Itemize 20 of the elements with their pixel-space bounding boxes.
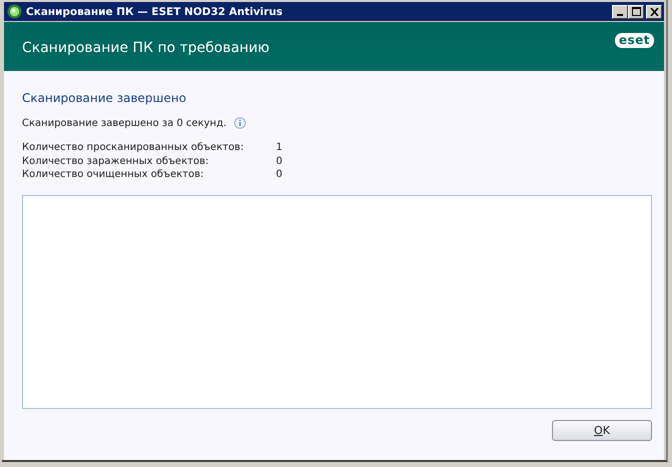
stat-value: 1 [276,141,282,154]
minimize-icon [617,14,623,16]
maximize-button[interactable] [628,4,644,18]
stat-label: Количество просканированных объектов: [22,141,245,154]
summary-text: Сканирование завершено за 0 секунд. [22,118,226,128]
close-icon [650,8,658,16]
info-icon[interactable] [234,117,246,129]
header-title: Сканирование ПК по требованию [22,40,270,56]
maximize-icon [632,7,640,16]
logo: eset [614,33,654,48]
window-title: Сканирование ПК — ESET NOD32 Antivirus [26,6,284,18]
minimize-button[interactable] [612,4,628,18]
stat-value: 0 [276,168,282,182]
section-heading: Сканирование завершено [22,91,188,105]
stat-value: 0 [276,154,282,168]
stat-label: Количество очищенных объектов: [22,168,205,182]
ok-button[interactable]: OK [552,420,652,440]
app-icon [7,4,22,19]
stat-label: Количество зараженных объектов: [22,154,210,168]
close-button[interactable] [646,4,662,18]
